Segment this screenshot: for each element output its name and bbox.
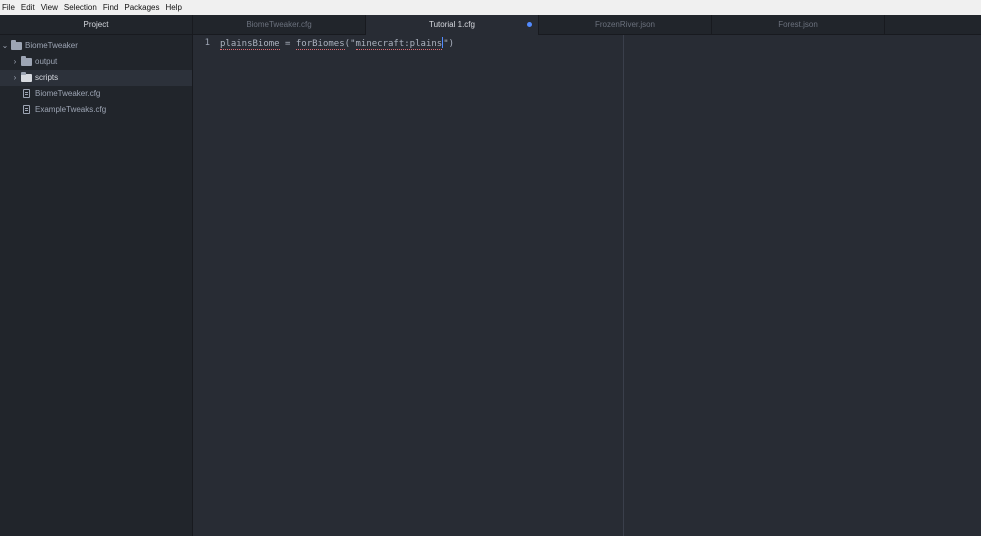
tab-forest-json[interactable]: Forest.json [712, 15, 885, 35]
menu-bar: File Edit View Selection Find Packages H… [0, 0, 981, 15]
chevron-right-icon[interactable]: › [11, 70, 19, 86]
line-number: 1 [204, 38, 210, 48]
code-line[interactable]: plainsBiome = forBiomes("minecraft:plain… [220, 37, 454, 50]
tab-frozenriver-json[interactable]: FrozenRiver.json [539, 15, 712, 35]
code-editor[interactable]: 1 plainsBiome = forBiomes("minecraft:pla… [193, 35, 981, 536]
menu-view[interactable]: View [39, 0, 62, 15]
project-panel-title: Project [0, 15, 192, 35]
tree-item-label: ExampleTweaks.cfg [35, 105, 107, 114]
code-token-variable: plainsBiome [220, 39, 280, 50]
tree-item-scripts[interactable]: › scripts [0, 70, 192, 86]
code-token-open: (" [344, 39, 356, 49]
tree-item-label: output [35, 57, 58, 66]
wrap-guide [623, 35, 624, 536]
code-token-function: forBiomes [295, 39, 345, 50]
tree-item-output[interactable]: › output [0, 54, 192, 70]
tab-biometweaker-cfg[interactable]: BiomeTweaker.cfg [193, 15, 366, 35]
tree-item-label: BiomeTweaker.cfg [35, 89, 101, 98]
menu-selection[interactable]: Selection [62, 0, 101, 15]
tree-item-exampletweaks-cfg[interactable]: ExampleTweaks.cfg [0, 102, 192, 118]
modified-indicator-icon[interactable] [527, 22, 532, 27]
chevron-right-icon[interactable]: › [11, 54, 19, 70]
tab-tutorial-1-cfg[interactable]: Tutorial 1.cfg [366, 15, 539, 35]
code-token-close: ") [443, 39, 455, 49]
file-tree: ⌄ BiomeTweaker › output › scripts BiomeT… [0, 35, 192, 118]
tab-bar: BiomeTweaker.cfg Tutorial 1.cfg FrozenRi… [193, 15, 981, 35]
folder-icon [11, 40, 22, 50]
tree-item-biometweaker-cfg[interactable]: BiomeTweaker.cfg [0, 86, 192, 102]
folder-icon [21, 72, 32, 82]
folder-icon [21, 56, 32, 66]
tab-label: Tutorial 1.cfg [429, 20, 475, 29]
line-number-gutter: 1 [193, 35, 215, 536]
tab-label: BiomeTweaker.cfg [246, 20, 312, 29]
tab-label: Forest.json [778, 20, 818, 29]
menu-find[interactable]: Find [101, 0, 123, 15]
menu-help[interactable]: Help [164, 0, 186, 15]
tree-item-label: BiomeTweaker [25, 41, 78, 50]
tree-item-biometweaker[interactable]: ⌄ BiomeTweaker [0, 38, 192, 54]
file-text-icon [23, 89, 30, 98]
chevron-down-icon[interactable]: ⌄ [1, 38, 9, 54]
menu-edit[interactable]: Edit [19, 0, 39, 15]
code-token-string: minecraft:plains [355, 39, 443, 50]
tab-label: FrozenRiver.json [594, 20, 656, 29]
project-panel: Project ⌄ BiomeTweaker › output › script… [0, 15, 193, 536]
menu-file[interactable]: File [0, 0, 19, 15]
code-token-operator: = [279, 39, 296, 49]
menu-packages[interactable]: Packages [122, 0, 163, 15]
tree-item-label: scripts [35, 73, 59, 82]
file-text-icon [23, 105, 30, 114]
